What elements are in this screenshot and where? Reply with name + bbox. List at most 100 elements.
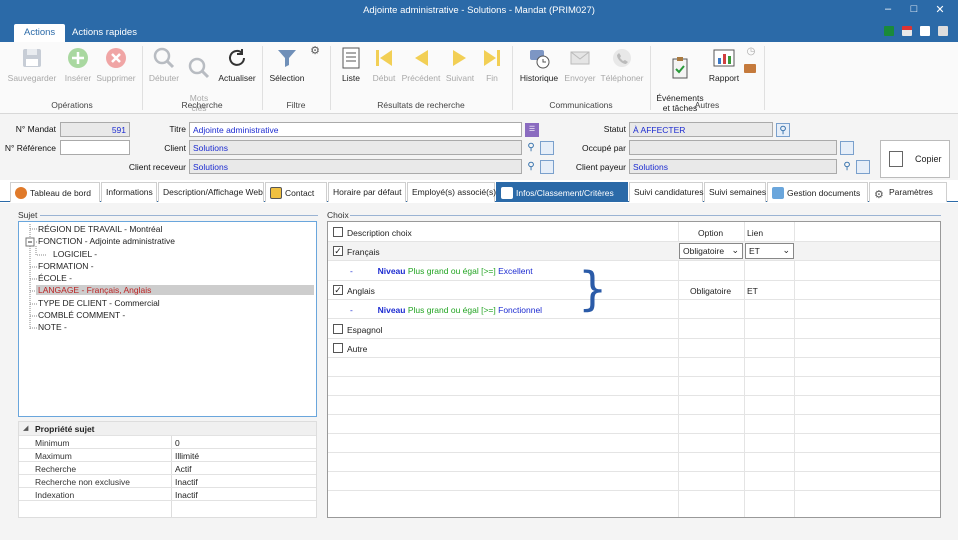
tab-suivi-candidatures[interactable]: Suivi candidatures <box>629 182 703 202</box>
tab-horaire[interactable]: Horaire par défaut <box>328 182 406 202</box>
select-all-checkbox[interactable] <box>333 227 343 237</box>
group-separator <box>142 46 143 110</box>
send-button[interactable]: Envoyer <box>563 46 597 83</box>
insert-button[interactable]: Insérer <box>62 46 94 83</box>
tree-node[interactable]: RÉGION DE TRAVAIL - Montréal <box>38 224 162 234</box>
niveau-criteria: - Niveau Plus grand ou égal [>=] Fonctio… <box>350 305 543 315</box>
schedule-button[interactable]: ◷ <box>744 46 758 57</box>
lien-value[interactable]: ET <box>747 286 758 296</box>
chevron-down-icon: ⌄ <box>731 245 739 255</box>
search-icon[interactable]: ⚲ <box>524 141 538 155</box>
tab-actions-rapides[interactable]: Actions rapides <box>62 24 147 42</box>
first-button[interactable]: Début <box>368 46 400 83</box>
no-reference-field[interactable] <box>60 140 130 155</box>
calendar-icon[interactable] <box>902 26 912 36</box>
search-icon[interactable]: ⚲ <box>776 123 790 137</box>
phone-button[interactable]: Téléphoner <box>598 46 646 83</box>
no-mandat-field[interactable]: 591 <box>60 122 130 137</box>
group-label-communications: Communications <box>549 100 613 110</box>
header-description: Description choix <box>347 228 412 238</box>
open-folder-icon[interactable] <box>856 160 870 174</box>
statut-label: Statut <box>603 124 626 134</box>
group-separator <box>330 46 331 110</box>
titre-field[interactable]: Adjointe administrative <box>189 122 522 137</box>
tree-node[interactable]: TYPE DE CLIENT - Commercial <box>38 298 160 308</box>
tree-node[interactable]: ÉCOLE - <box>38 273 72 283</box>
occupe-par-field[interactable] <box>629 140 837 155</box>
property-row[interactable]: Recherche Actif <box>19 461 316 474</box>
search-icon[interactable]: ⚲ <box>840 160 854 174</box>
checkbox[interactable] <box>333 324 343 334</box>
tree-node[interactable]: COMBLÉ COMMENT - <box>38 310 125 320</box>
tab-description-web[interactable]: Description/Affichage Web <box>158 182 264 202</box>
lien-select[interactable]: ET ⌄ <box>745 243 794 259</box>
choice-label: Français <box>347 247 380 257</box>
option-value[interactable]: Obligatoire <box>690 286 731 296</box>
tree-node[interactable]: NOTE - <box>38 322 67 332</box>
divider <box>40 215 318 216</box>
properties-header[interactable]: Propriété sujet <box>19 422 316 435</box>
first-record-icon <box>376 50 392 66</box>
choice-label: Anglais <box>347 286 375 296</box>
history-button[interactable]: Historique <box>516 46 562 83</box>
tree-node[interactable]: FORMATION - <box>38 261 94 271</box>
next-button[interactable]: Suivant <box>443 46 477 83</box>
filter-settings-button[interactable]: ⚙ <box>308 46 322 57</box>
option-select[interactable]: Obligatoire ⌄ <box>679 243 743 259</box>
tab-tableau-de-bord[interactable]: Tableau de bord <box>10 182 100 202</box>
print-icon[interactable] <box>920 26 930 36</box>
lock-icon[interactable] <box>938 26 948 36</box>
tab-parametres[interactable]: ⚙ Paramètres <box>869 182 947 202</box>
property-row[interactable]: Recherche non exclusive Inactif <box>19 474 316 487</box>
search-icon[interactable]: ⚲ <box>524 160 538 174</box>
refresh-button[interactable]: Actualiser <box>216 46 258 83</box>
report-button[interactable]: Rapport <box>706 46 742 83</box>
close-icon[interactable]: ✕ <box>932 3 948 16</box>
selection-button[interactable]: Sélection <box>266 46 308 83</box>
list-icon <box>501 187 513 199</box>
tab-informations[interactable]: Informations <box>101 182 157 202</box>
checkbox-checked[interactable]: ✓ <box>333 246 343 256</box>
property-row[interactable]: Maximum Illimité <box>19 448 316 461</box>
copy-button[interactable]: Copier <box>880 140 950 178</box>
last-button[interactable]: Fin <box>478 46 506 83</box>
checkbox[interactable] <box>333 343 343 353</box>
save-button[interactable]: Sauvegarder <box>6 46 58 83</box>
open-folder-icon[interactable] <box>540 160 554 174</box>
property-row[interactable]: Minimum 0 <box>19 435 316 448</box>
ribbon: Sauvegarder Insérer Supprimer Opérations… <box>0 42 958 114</box>
list-button[interactable]: Liste <box>336 46 366 83</box>
client-receveur-field[interactable]: Solutions <box>189 159 522 174</box>
client-field[interactable]: Solutions <box>189 140 522 155</box>
sujet-tree[interactable]: RÉGION DE TRAVAIL - Montréal FONCTION - … <box>18 221 317 417</box>
open-folder-icon[interactable] <box>840 141 854 155</box>
tab-infos-classement-criteres[interactable]: Infos/Classement/Critères <box>496 182 628 202</box>
table-row-selected[interactable] <box>328 242 940 260</box>
open-folder-icon[interactable] <box>540 141 554 155</box>
calculator-icon[interactable] <box>884 26 894 36</box>
tree-node[interactable]: FONCTION - Adjointe administrative <box>38 236 175 246</box>
tree-node-selected[interactable]: LANGAGE - Français, Anglais <box>36 285 314 295</box>
property-row[interactable]: Indexation Inactif <box>19 487 316 500</box>
statut-field[interactable]: À AFFECTER <box>629 122 773 137</box>
group-label-autres: Autres <box>694 100 720 110</box>
previous-button[interactable]: Précédent <box>401 46 441 83</box>
delete-button[interactable]: Supprimer <box>95 46 137 83</box>
checkbox-checked[interactable]: ✓ <box>333 285 343 295</box>
comment-icon[interactable]: ☰ <box>525 123 539 137</box>
tab-employes-associes[interactable]: Employé(s) associé(s) <box>407 182 496 202</box>
maximize-icon[interactable]: □ <box>906 3 922 15</box>
start-search-button[interactable]: Débuter <box>146 46 182 83</box>
tab-contact[interactable]: Contact <box>265 182 327 202</box>
tree-node[interactable]: LOGICIEL - <box>53 249 97 259</box>
tab-suivi-semaines[interactable]: Suivi semaines <box>704 182 766 202</box>
minimize-icon[interactable]: – <box>880 3 896 15</box>
folder-icon <box>772 187 784 199</box>
tab-gestion-documents[interactable]: Gestion documents <box>767 182 868 202</box>
tab-actions[interactable]: Actions <box>14 24 66 42</box>
briefcase-button[interactable] <box>744 64 758 73</box>
client-payeur-field[interactable]: Solutions <box>629 159 837 174</box>
next-icon <box>453 50 466 66</box>
previous-icon <box>415 50 428 66</box>
collapse-icon[interactable]: ◢ <box>23 424 28 432</box>
